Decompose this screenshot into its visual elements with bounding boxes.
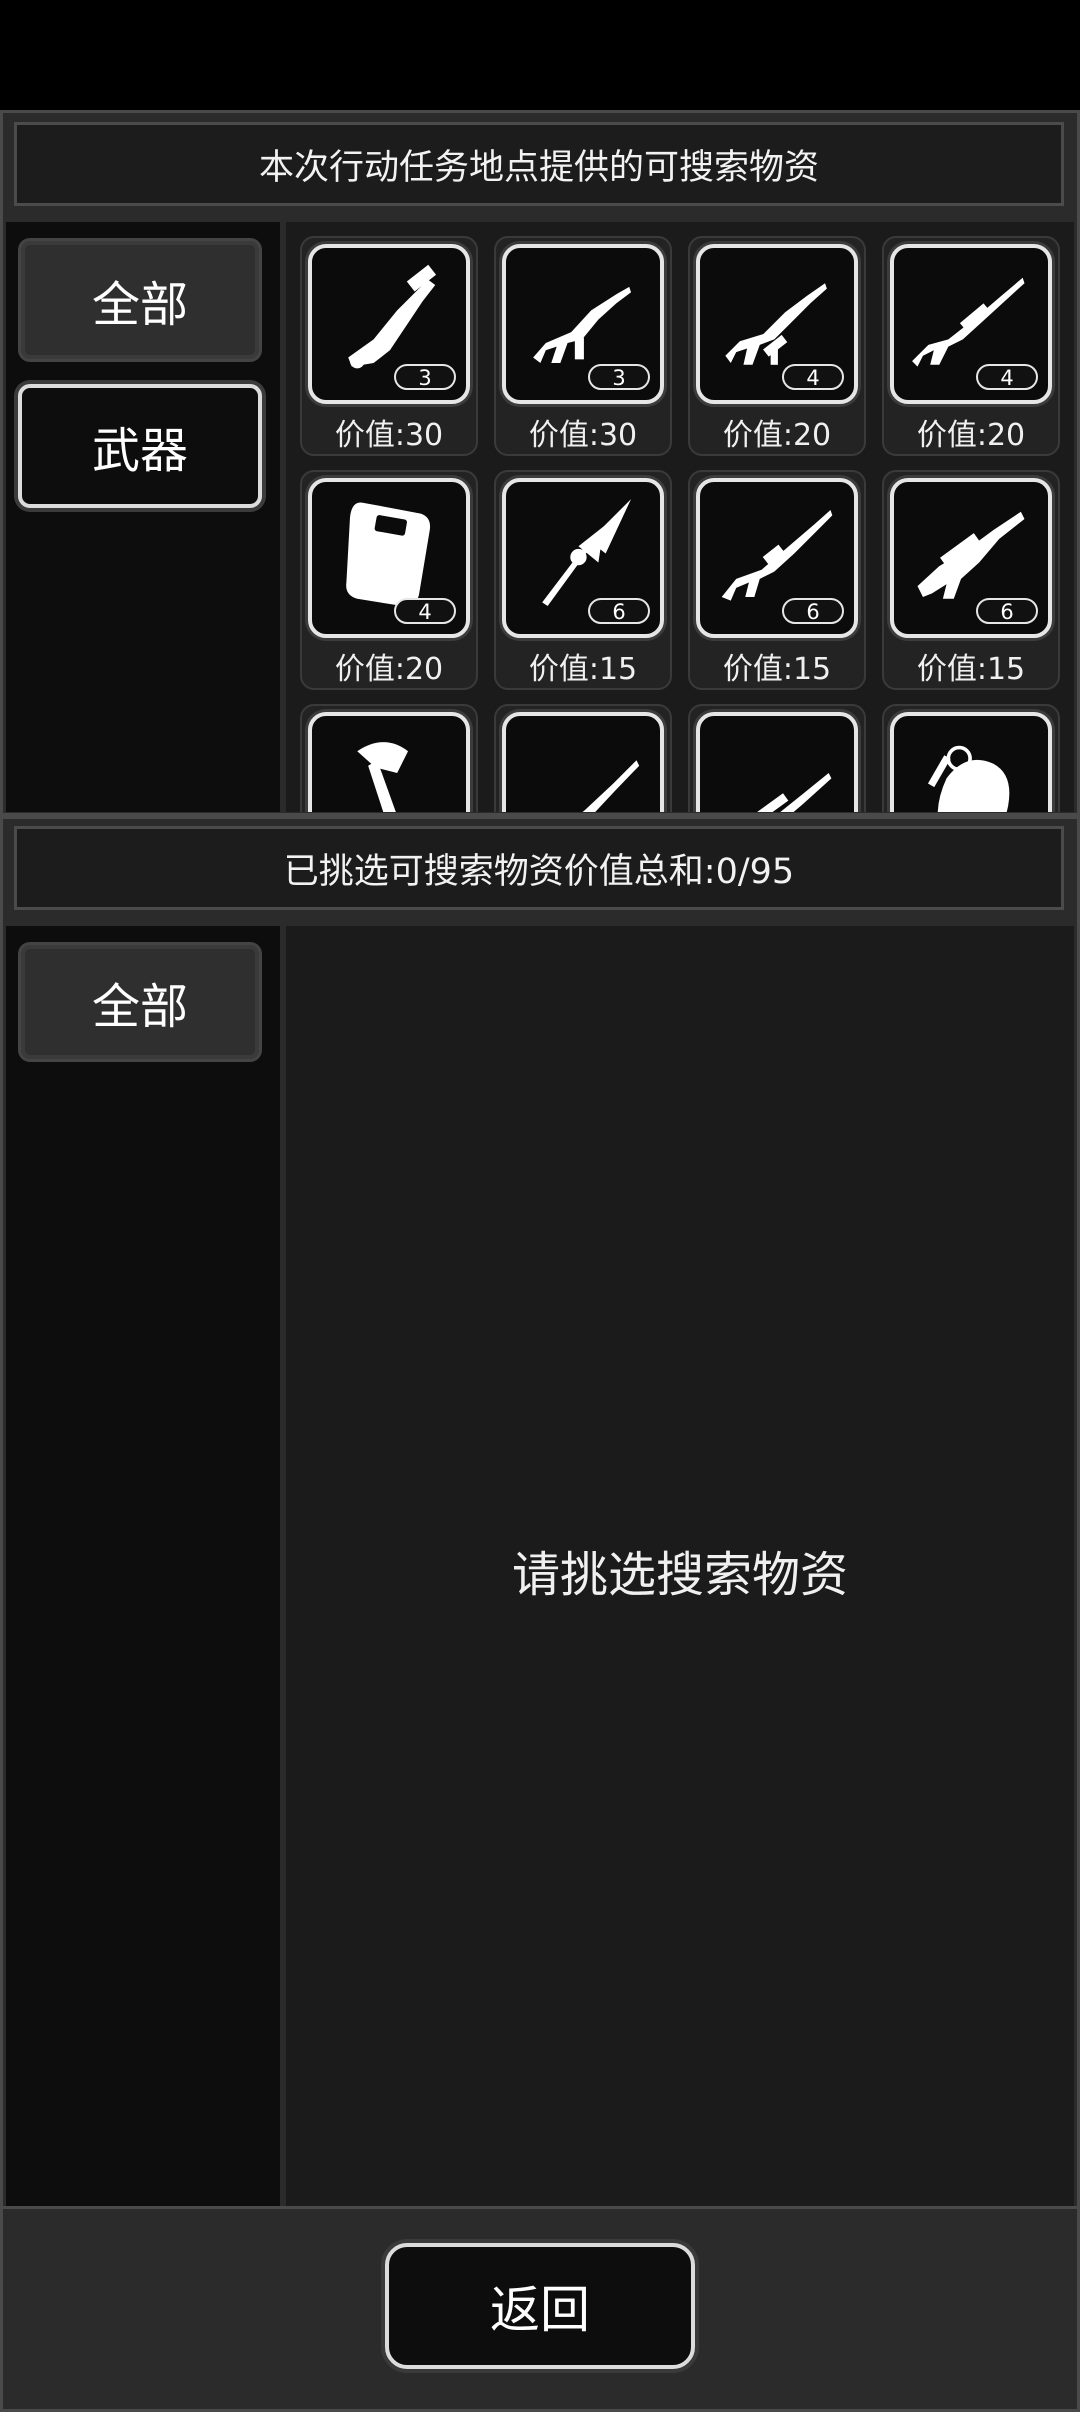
item-count-badge: 4 bbox=[976, 364, 1038, 390]
item-count-badge: 6 bbox=[782, 598, 844, 624]
item-icon-frame: 4 bbox=[890, 244, 1052, 404]
selected-value-header: 已挑选可搜索物资价值总和:0/95 bbox=[14, 826, 1064, 910]
item-value-label: 价值:15 bbox=[722, 652, 832, 687]
item-value-label: 价值:20 bbox=[916, 418, 1026, 453]
scoped-rifle-icon bbox=[756, 772, 832, 812]
item-icon-frame: 4 bbox=[308, 478, 470, 638]
item-icon-frame: 6 bbox=[696, 478, 858, 638]
item-value-label: 价值:20 bbox=[722, 418, 832, 453]
item-count-badge: 6 bbox=[588, 598, 650, 624]
item-icon-frame: 4 bbox=[696, 244, 858, 404]
grenade-icon bbox=[927, 745, 1010, 812]
item-value-label: 价值:20 bbox=[334, 652, 444, 687]
item-value-label: 价值:15 bbox=[528, 652, 638, 687]
item-card[interactable] bbox=[688, 704, 866, 812]
back-button[interactable]: 返回 bbox=[385, 2243, 695, 2369]
item-count-badge: 4 bbox=[394, 598, 456, 624]
item-icon-frame bbox=[502, 712, 664, 812]
tab-all-top[interactable]: 全部 bbox=[18, 238, 262, 362]
tab-all-bottom[interactable]: 全部 bbox=[18, 942, 262, 1062]
hunting-rifle-icon bbox=[582, 760, 640, 812]
item-icon-frame bbox=[308, 712, 470, 812]
tab-weapons[interactable]: 武器 bbox=[18, 384, 262, 508]
top-item-grid[interactable]: 3 价值:30 3 价值:30 4 价值:20 4 价值:20 4 价值:20 6 价值:15 6 价值:… bbox=[286, 222, 1074, 812]
item-icon-frame: 6 bbox=[502, 478, 664, 638]
item-card[interactable]: 6 价值:15 bbox=[494, 470, 672, 690]
item-count-badge: 3 bbox=[394, 364, 456, 390]
available-supplies-header: 本次行动任务地点提供的可搜索物资 bbox=[14, 122, 1064, 206]
empty-selection-message: 请挑选搜索物资 bbox=[511, 1547, 848, 1603]
item-value-label: 价值:30 bbox=[334, 418, 444, 453]
item-card[interactable] bbox=[300, 704, 478, 812]
item-icon-frame: 3 bbox=[502, 244, 664, 404]
item-icon-frame bbox=[890, 712, 1052, 812]
item-icon-frame: 6 bbox=[890, 478, 1052, 638]
item-count-badge: 3 bbox=[588, 364, 650, 390]
axe-icon bbox=[357, 742, 409, 812]
item-card[interactable]: 6 价值:15 bbox=[688, 470, 866, 690]
item-icon-frame bbox=[696, 712, 858, 812]
item-card[interactable] bbox=[494, 704, 672, 812]
item-card[interactable]: 4 价值:20 bbox=[882, 236, 1060, 456]
item-value-label: 价值:15 bbox=[916, 652, 1026, 687]
item-card[interactable] bbox=[882, 704, 1060, 812]
item-icon-frame: 3 bbox=[308, 244, 470, 404]
item-card[interactable]: 3 价值:30 bbox=[300, 236, 478, 456]
item-card[interactable]: 4 价值:20 bbox=[300, 470, 478, 690]
item-card[interactable]: 4 价值:20 bbox=[688, 236, 866, 456]
item-card[interactable]: 6 价值:15 bbox=[882, 470, 1060, 690]
item-card[interactable]: 3 价值:30 bbox=[494, 236, 672, 456]
item-value-label: 价值:30 bbox=[528, 418, 638, 453]
item-count-badge: 4 bbox=[782, 364, 844, 390]
item-count-badge: 6 bbox=[976, 598, 1038, 624]
bottom-category-sidebar bbox=[6, 926, 280, 2206]
